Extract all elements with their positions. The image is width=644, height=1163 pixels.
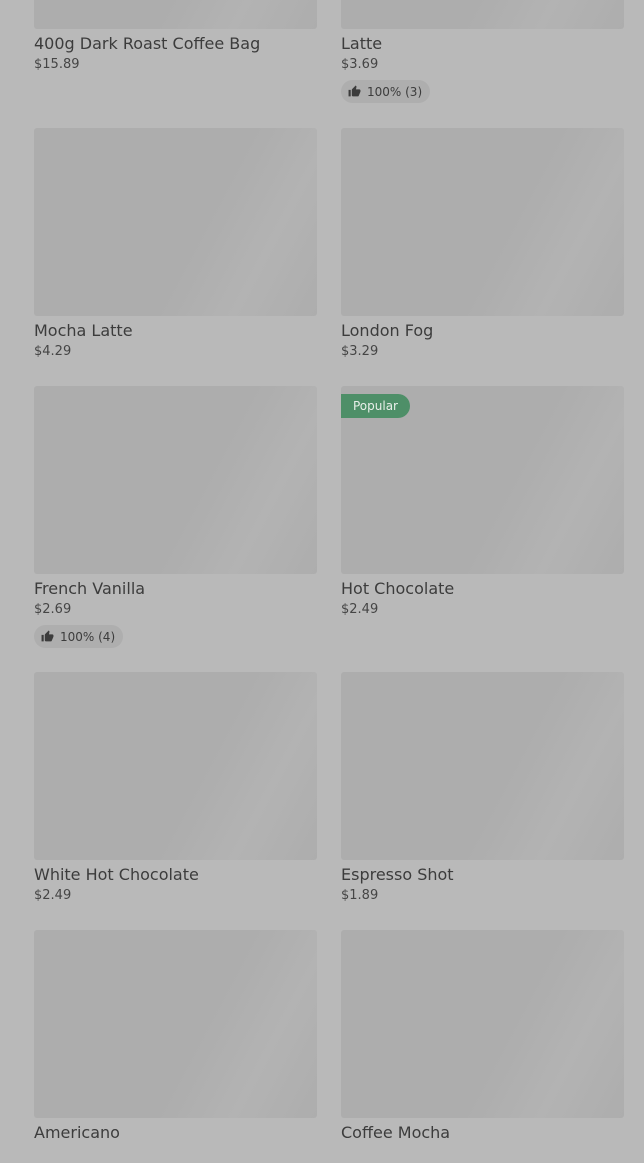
product-name[interactable]: Americano xyxy=(34,1122,317,1144)
product-card-latte[interactable]: Latte $3.69 100% (3) xyxy=(341,0,624,103)
rating-text: 100% (4) xyxy=(60,629,116,644)
product-name[interactable]: French Vanilla xyxy=(34,578,317,600)
product-card-americano[interactable]: Americano xyxy=(34,930,317,1163)
product-image[interactable] xyxy=(341,0,624,29)
product-image[interactable] xyxy=(34,0,317,29)
product-card-white-hot-chocolate[interactable]: White Hot Chocolate $2.49 xyxy=(34,672,317,905)
product-card-hot-chocolate[interactable]: Popular Hot Chocolate $2.49 xyxy=(341,386,624,619)
product-name[interactable]: London Fog xyxy=(341,320,624,342)
product-image[interactable] xyxy=(341,930,624,1118)
product-price: $3.29 xyxy=(341,344,379,359)
product-grid: 400g Dark Roast Coffee Bag $15.89 Latte $3.… xyxy=(0,0,644,1142)
rating-pill: 100% (4) xyxy=(34,625,124,648)
popular-badge: Popular xyxy=(341,394,410,418)
product-price xyxy=(341,1145,624,1163)
product-name[interactable]: White Hot Chocolate xyxy=(34,864,317,886)
product-image[interactable] xyxy=(341,128,624,316)
product-card-london-fog[interactable]: London Fog $3.29 xyxy=(341,128,624,361)
product-card-french-vanilla[interactable]: French Vanilla $2.69 100% (4) xyxy=(34,386,317,648)
product-price: $4.29 xyxy=(34,344,72,359)
product-name[interactable]: Mocha Latte xyxy=(34,320,317,342)
product-image[interactable] xyxy=(341,672,624,860)
product-price: $2.49 xyxy=(341,602,379,617)
rating-pill: 100% (3) xyxy=(341,80,431,103)
product-name[interactable]: 400g Dark Roast Coffee Bag xyxy=(34,33,317,55)
product-image[interactable] xyxy=(34,930,317,1118)
product-card-espresso-shot[interactable]: Espresso Shot $1.89 xyxy=(341,672,624,905)
product-price: $2.69 xyxy=(34,602,72,617)
thumbs-up-icon xyxy=(41,630,54,643)
product-image[interactable] xyxy=(34,672,317,860)
product-price: $2.49 xyxy=(34,888,72,903)
rating-text: 100% (3) xyxy=(367,84,423,99)
product-card-coffee-mocha[interactable]: Coffee Mocha xyxy=(341,930,624,1163)
product-name[interactable]: Latte xyxy=(341,33,624,55)
product-image[interactable] xyxy=(34,386,317,574)
product-price xyxy=(34,1145,317,1163)
product-price: $3.69 xyxy=(341,57,379,72)
product-name[interactable]: Espresso Shot xyxy=(341,864,624,886)
product-card-mocha-latte[interactable]: Mocha Latte $4.29 xyxy=(34,128,317,361)
product-price: $15.89 xyxy=(34,57,80,72)
product-name[interactable]: Coffee Mocha xyxy=(341,1122,624,1144)
product-price: $1.89 xyxy=(341,888,379,903)
product-image[interactable] xyxy=(34,128,317,316)
thumbs-up-icon xyxy=(348,85,361,98)
product-card-400g-dark-roast-coffee-bag[interactable]: 400g Dark Roast Coffee Bag $15.89 xyxy=(34,0,317,74)
product-name[interactable]: Hot Chocolate xyxy=(341,578,624,600)
product-image[interactable]: Popular xyxy=(341,386,624,574)
